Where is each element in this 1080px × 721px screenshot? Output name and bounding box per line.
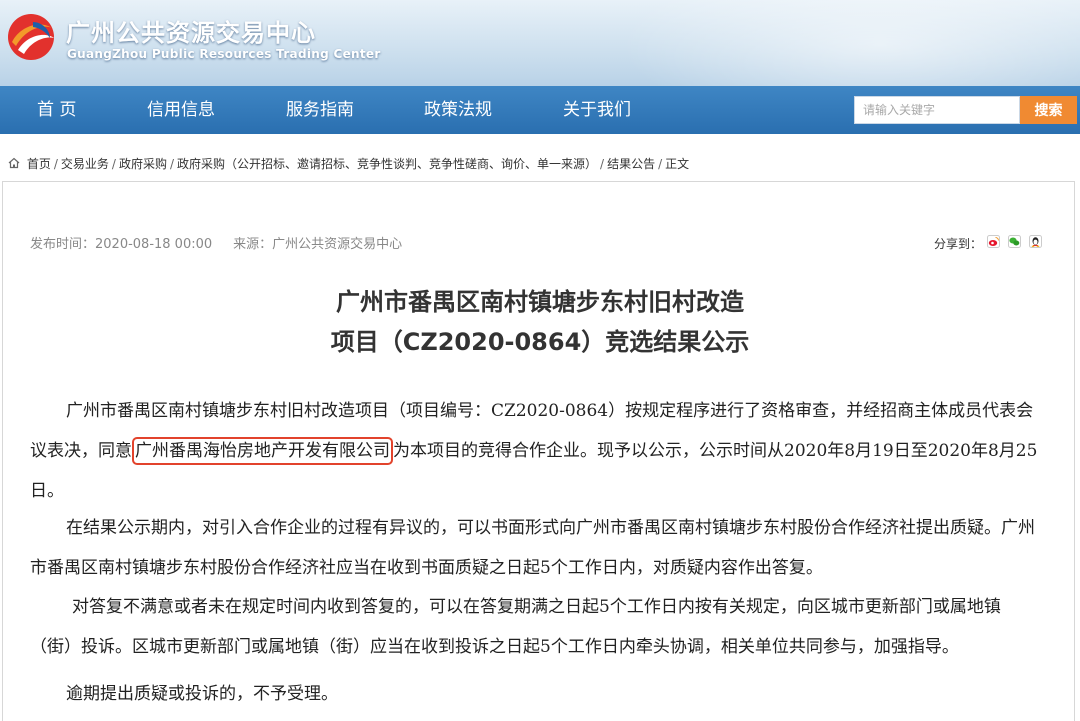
winning-company-highlight: 广州番禺海怡房地产开发有限公司 <box>132 437 393 465</box>
breadcrumb-separator: / <box>169 157 175 171</box>
nav-item-policies[interactable]: 政策法规 <box>424 86 492 134</box>
breadcrumb-trading-business[interactable]: 交易业务 <box>61 157 109 171</box>
wechat-icon[interactable] <box>1008 235 1021 248</box>
site-subtitle: GuangZhou Public Resources Trading Cente… <box>67 47 381 61</box>
globe-swoosh-logo[interactable] <box>6 12 56 62</box>
article-title-line-1: 广州市番禺区南村镇塘步东村旧村改造 <box>336 288 744 316</box>
article-paragraph-2: 在结果公示期内，对引入合作企业的过程有异议的，可以书面形式向广州市番禺区南村镇塘… <box>30 518 1035 578</box>
search-button[interactable]: 搜索 <box>1020 96 1077 124</box>
publish-time: 发布时间：2020-08-18 00:00 <box>30 237 213 252</box>
main-nav: 首 页 信用信息 服务指南 政策法规 关于我们 搜索 <box>0 86 1080 134</box>
qq-icon[interactable] <box>1029 235 1042 248</box>
breadcrumb-separator: / <box>658 157 663 171</box>
breadcrumb-result-notice[interactable]: 结果公告 <box>607 157 655 171</box>
article-paragraph-3: 对答复不满意或者未在规定时间内收到答复的，可以在答复期满之日起5个工作日内按有关… <box>30 597 1001 657</box>
breadcrumb-separator: / <box>600 157 605 171</box>
share-label: 分享到： <box>934 237 983 251</box>
article-source: 来源：广州公共资源交易中心 <box>233 237 403 252</box>
article-paragraph-1: 广州市番禺区南村镇塘步东村旧村改造项目（项目编号：CZ2020-0864）按规定… <box>30 391 1040 511</box>
breadcrumb-current: 正文 <box>665 157 690 171</box>
nav-item-home[interactable]: 首 页 <box>37 86 76 134</box>
breadcrumb-home[interactable]: 首页 <box>27 157 51 171</box>
nav-item-service-guide[interactable]: 服务指南 <box>286 86 354 134</box>
article-meta: 发布时间：2020-08-18 00:00 来源：广州公共资源交易中心 <box>30 233 402 252</box>
site-title: 广州公共资源交易中心 <box>66 19 316 47</box>
article-title-line-2: 项目（CZ2020-0864）竞选结果公示 <box>330 328 750 356</box>
article-paragraph-4: 逾期提出质疑或投诉的，不予受理。 <box>66 684 338 704</box>
nav-item-about-us[interactable]: 关于我们 <box>563 86 631 134</box>
search-input[interactable] <box>854 96 1020 124</box>
article-title: 广州市番禺区南村镇塘步东村旧村改造 项目（CZ2020-0864）竞选结果公示 <box>0 282 1080 362</box>
site-header: 广州公共资源交易中心 GuangZhou Public Resources Tr… <box>0 0 1080 86</box>
breadcrumb-separator: / <box>111 157 116 171</box>
breadcrumb-gov-procurement-types[interactable]: 政府采购（公开招标、邀请招标、竞争性谈判、竞争性磋商、询价、单一来源） <box>177 157 597 171</box>
home-icon <box>8 157 20 169</box>
breadcrumb-separator: / <box>53 157 58 171</box>
breadcrumb-gov-procurement[interactable]: 政府采购 <box>119 157 167 171</box>
nav-item-credit-info[interactable]: 信用信息 <box>147 86 215 134</box>
breadcrumb: 首页 / 交易业务 / 政府采购 / 政府采购（公开招标、邀请招标、竞争性谈判、竞争性磋商、… <box>8 154 689 174</box>
weibo-icon[interactable] <box>987 235 1000 248</box>
